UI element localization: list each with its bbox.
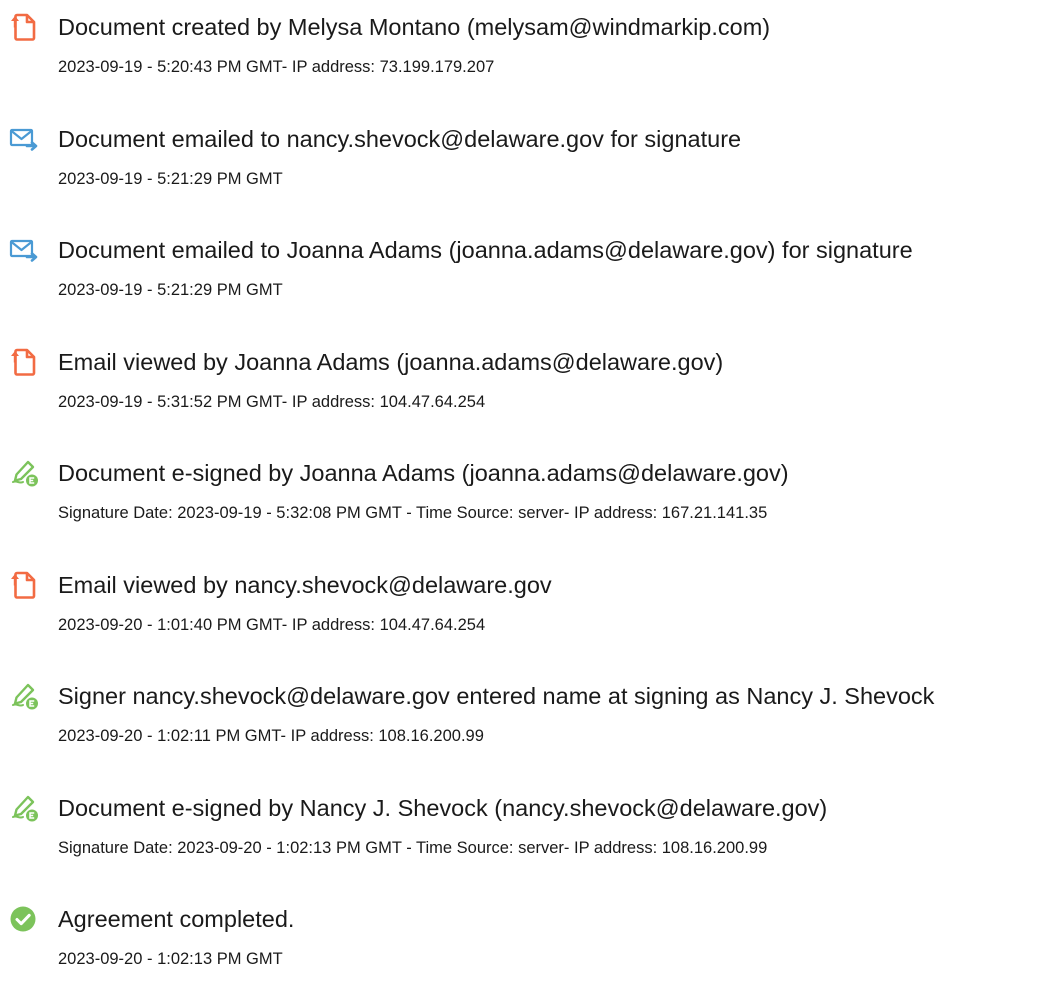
event-title: Agreement completed. bbox=[58, 906, 295, 932]
event-title: Document e-signed by Joanna Adams (joann… bbox=[58, 460, 789, 486]
event-title: Signer nancy.shevock@delaware.gov entere… bbox=[58, 683, 935, 709]
event-title: Document e-signed by Nancy J. Shevock (n… bbox=[58, 795, 828, 821]
event-detail: 2023-09-19 - 5:21:29 PM GMT bbox=[58, 281, 283, 299]
email-sent-icon bbox=[9, 124, 39, 154]
audit-event: Agreement completed. 2023-09-20 - 1:02:1… bbox=[0, 899, 1054, 979]
e-sign-pen-icon bbox=[9, 793, 39, 823]
event-detail: Signature Date: 2023-09-19 - 5:32:08 PM … bbox=[58, 504, 768, 522]
event-title: Email viewed by Joanna Adams (joanna.ada… bbox=[58, 349, 724, 375]
event-detail: 2023-09-20 - 1:02:11 PM GMT- IP address:… bbox=[58, 727, 484, 745]
event-detail: 2023-09-19 - 5:31:52 PM GMT- IP address:… bbox=[58, 393, 486, 411]
event-detail: 2023-09-19 - 5:20:43 PM GMT- IP address:… bbox=[58, 58, 495, 76]
audit-event: Document emailed to Joanna Adams (joanna… bbox=[0, 230, 1054, 310]
e-sign-pen-icon bbox=[9, 458, 39, 488]
e-sign-pen-icon bbox=[9, 681, 39, 711]
email-sent-icon bbox=[9, 235, 39, 265]
event-title: Document emailed to Joanna Adams (joanna… bbox=[58, 237, 913, 263]
audit-event: Document emailed to nancy.shevock@delawa… bbox=[0, 119, 1054, 199]
event-title: Document emailed to nancy.shevock@delawa… bbox=[58, 126, 742, 152]
audit-event: Signer nancy.shevock@delaware.gov entere… bbox=[0, 676, 1054, 756]
email-viewed-icon bbox=[9, 347, 39, 377]
document-created-icon bbox=[9, 12, 39, 42]
audit-event: Document e-signed by Nancy J. Shevock (n… bbox=[0, 788, 1054, 868]
event-detail: 2023-09-19 - 5:21:29 PM GMT bbox=[58, 170, 283, 188]
check-circle-icon bbox=[9, 904, 39, 934]
event-detail: 2023-09-20 - 1:01:40 PM GMT- IP address:… bbox=[58, 616, 486, 634]
event-detail: 2023-09-20 - 1:02:13 PM GMT bbox=[58, 950, 283, 968]
event-title: Email viewed by nancy.shevock@delaware.g… bbox=[58, 572, 552, 598]
email-viewed-icon bbox=[9, 570, 39, 600]
event-detail: Signature Date: 2023-09-20 - 1:02:13 PM … bbox=[58, 839, 768, 857]
audit-event: Document e-signed by Joanna Adams (joann… bbox=[0, 453, 1054, 533]
audit-event: Email viewed by Joanna Adams (joanna.ada… bbox=[0, 342, 1054, 422]
audit-trail-list: Document created by Melysa Montano (mely… bbox=[0, 0, 1054, 994]
audit-event: Email viewed by nancy.shevock@delaware.g… bbox=[0, 565, 1054, 645]
event-title: Document created by Melysa Montano (mely… bbox=[58, 14, 771, 40]
audit-event: Document created by Melysa Montano (mely… bbox=[0, 7, 1054, 87]
